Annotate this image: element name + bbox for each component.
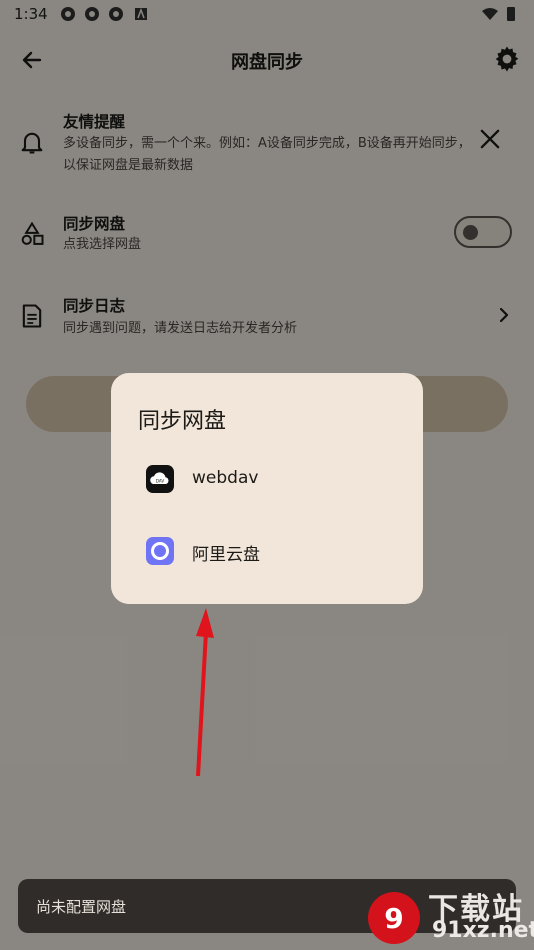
annotation-arrow (196, 608, 214, 777)
svg-text:9: 9 (384, 902, 403, 935)
snackbar-text: 尚未配置网盘 (36, 898, 127, 916)
watermark: 9 下载站 91xz.net (366, 882, 534, 948)
watermark-url: 91xz.net (432, 918, 534, 943)
watermark-logo-icon: 9 (368, 892, 420, 944)
